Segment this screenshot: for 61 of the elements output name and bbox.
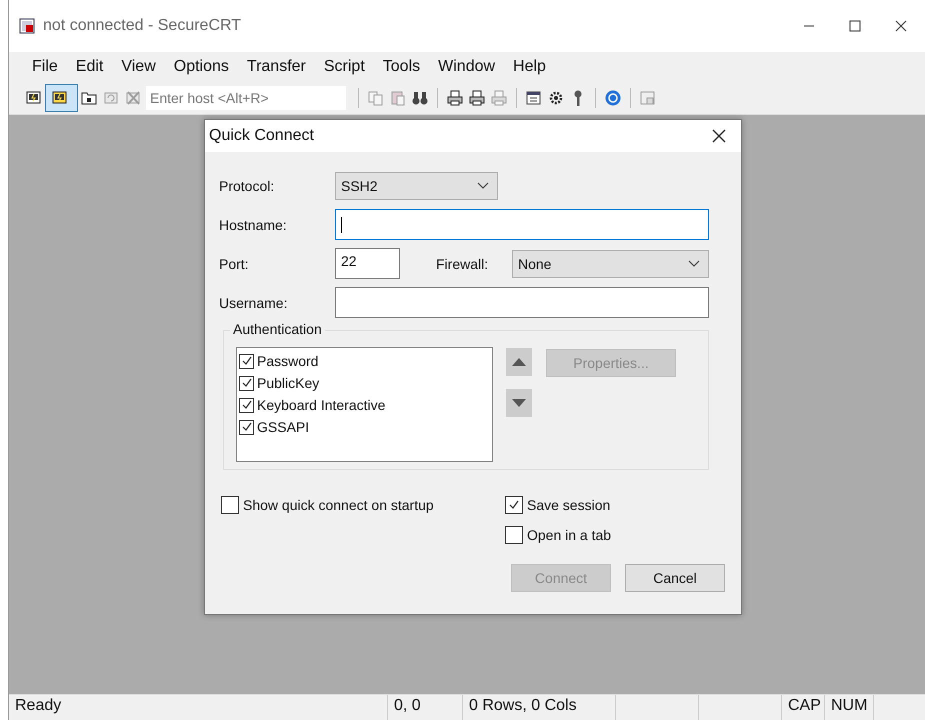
status-text: NUM	[825, 695, 874, 720]
status-text: CAP	[782, 695, 825, 720]
checkmark-icon	[240, 399, 252, 411]
menu-item[interactable]: Options	[164, 58, 238, 76]
checkbox-label[interactable]: Save session	[527, 497, 610, 513]
app-icon	[19, 18, 35, 34]
list-item[interactable]: Keyboard Interactive	[257, 397, 386, 413]
protocol-dropdown[interactable]: SSH2	[335, 172, 498, 200]
status-text: 0 Rows, 0 Cols	[463, 695, 616, 720]
port-field[interactable]: 22	[335, 248, 400, 279]
checkbox[interactable]	[239, 420, 254, 434]
list-item[interactable]: Password	[257, 353, 318, 369]
chevron-down-icon	[688, 260, 700, 268]
printer-icon[interactable]	[446, 88, 464, 106]
field-label: Username:	[219, 294, 288, 310]
checkmark-icon	[240, 421, 252, 433]
close-icon[interactable]	[711, 128, 727, 144]
username-field[interactable]	[335, 287, 709, 318]
firewall-dropdown[interactable]: None	[512, 250, 709, 278]
status-text: 0, 0	[388, 695, 463, 720]
group-title: Authentication	[230, 321, 325, 337]
status-text: Ready	[9, 695, 388, 720]
checkmark-icon	[508, 499, 520, 511]
window-icon[interactable]	[525, 88, 543, 106]
menu-item[interactable]: File	[23, 58, 67, 76]
triangle-down-icon	[512, 399, 526, 407]
help-icon[interactable]	[604, 88, 622, 106]
checkbox-label[interactable]: Open in a tab	[527, 527, 612, 543]
menu-item[interactable]: Tools	[374, 58, 430, 76]
checkbox[interactable]	[239, 398, 254, 412]
menu-item[interactable]: Help	[504, 58, 555, 76]
checkbox-label[interactable]: Show quick connect on startup	[243, 497, 434, 513]
field-label: Firewall:	[436, 256, 490, 272]
checkmark-icon	[240, 377, 252, 389]
menu-item[interactable]: View	[112, 58, 165, 76]
cancel-button[interactable]: Cancel	[625, 564, 725, 592]
menu-item[interactable]: Transfer	[238, 58, 315, 76]
chevron-down-icon	[477, 182, 489, 190]
checkbox[interactable]	[505, 496, 523, 514]
field-label: Protocol:	[219, 178, 276, 194]
printer-icon[interactable]	[468, 88, 486, 106]
menu-item[interactable]: Script	[314, 58, 374, 76]
list-item[interactable]: PublicKey	[257, 375, 320, 391]
screen-bolt-icon[interactable]	[51, 88, 69, 106]
checkbox[interactable]	[505, 526, 523, 544]
move-down-button[interactable]	[506, 389, 532, 417]
checkbox[interactable]	[221, 496, 239, 514]
field-label: Hostname:	[219, 216, 288, 232]
checkbox[interactable]	[239, 376, 254, 390]
host-field[interactable]: Enter host <Alt+R>	[146, 86, 346, 110]
checkmark-icon	[240, 355, 252, 367]
triangle-up-icon	[512, 358, 526, 366]
menu-item[interactable]: Edit	[66, 58, 112, 76]
hostname-field[interactable]	[335, 209, 709, 240]
checkbox[interactable]	[239, 354, 254, 368]
move-up-button[interactable]	[506, 348, 532, 376]
dialog-title: Quick Connect	[209, 127, 314, 145]
window-title: not connected - SecureCRT	[43, 17, 242, 35]
menu-item[interactable]: Window	[429, 58, 504, 76]
field-label: Port:	[219, 256, 250, 272]
list-item[interactable]: GSSAPI	[257, 419, 310, 435]
